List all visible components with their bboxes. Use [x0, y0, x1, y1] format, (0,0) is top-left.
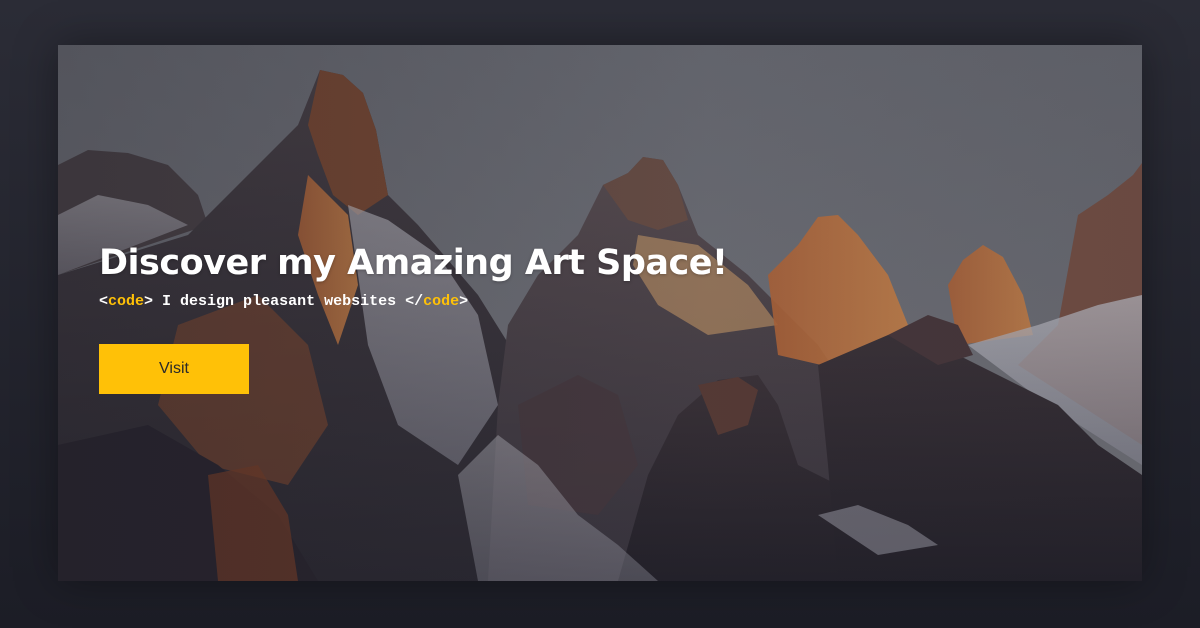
hero-subtitle: <code> I design pleasant websites </code… — [99, 293, 727, 311]
subtitle-open-bracket: < — [99, 293, 109, 310]
subtitle-close-bracket: </ — [405, 293, 424, 310]
page-title: Discover my Amazing Art Space! — [99, 243, 728, 283]
subtitle-text: I design pleasant websites — [153, 293, 406, 310]
subtitle-close-close-bracket: > — [459, 293, 469, 310]
subtitle-open-close-bracket: > — [144, 293, 154, 310]
subtitle-close-code-tag: code — [423, 293, 460, 310]
visit-button[interactable]: Visit — [99, 344, 249, 394]
hero-card: Discover my Amazing Art Space! <code> I … — [58, 45, 1142, 581]
subtitle-open-code-tag: code — [108, 293, 145, 310]
hero-content: Discover my Amazing Art Space! <code> I … — [99, 241, 728, 394]
